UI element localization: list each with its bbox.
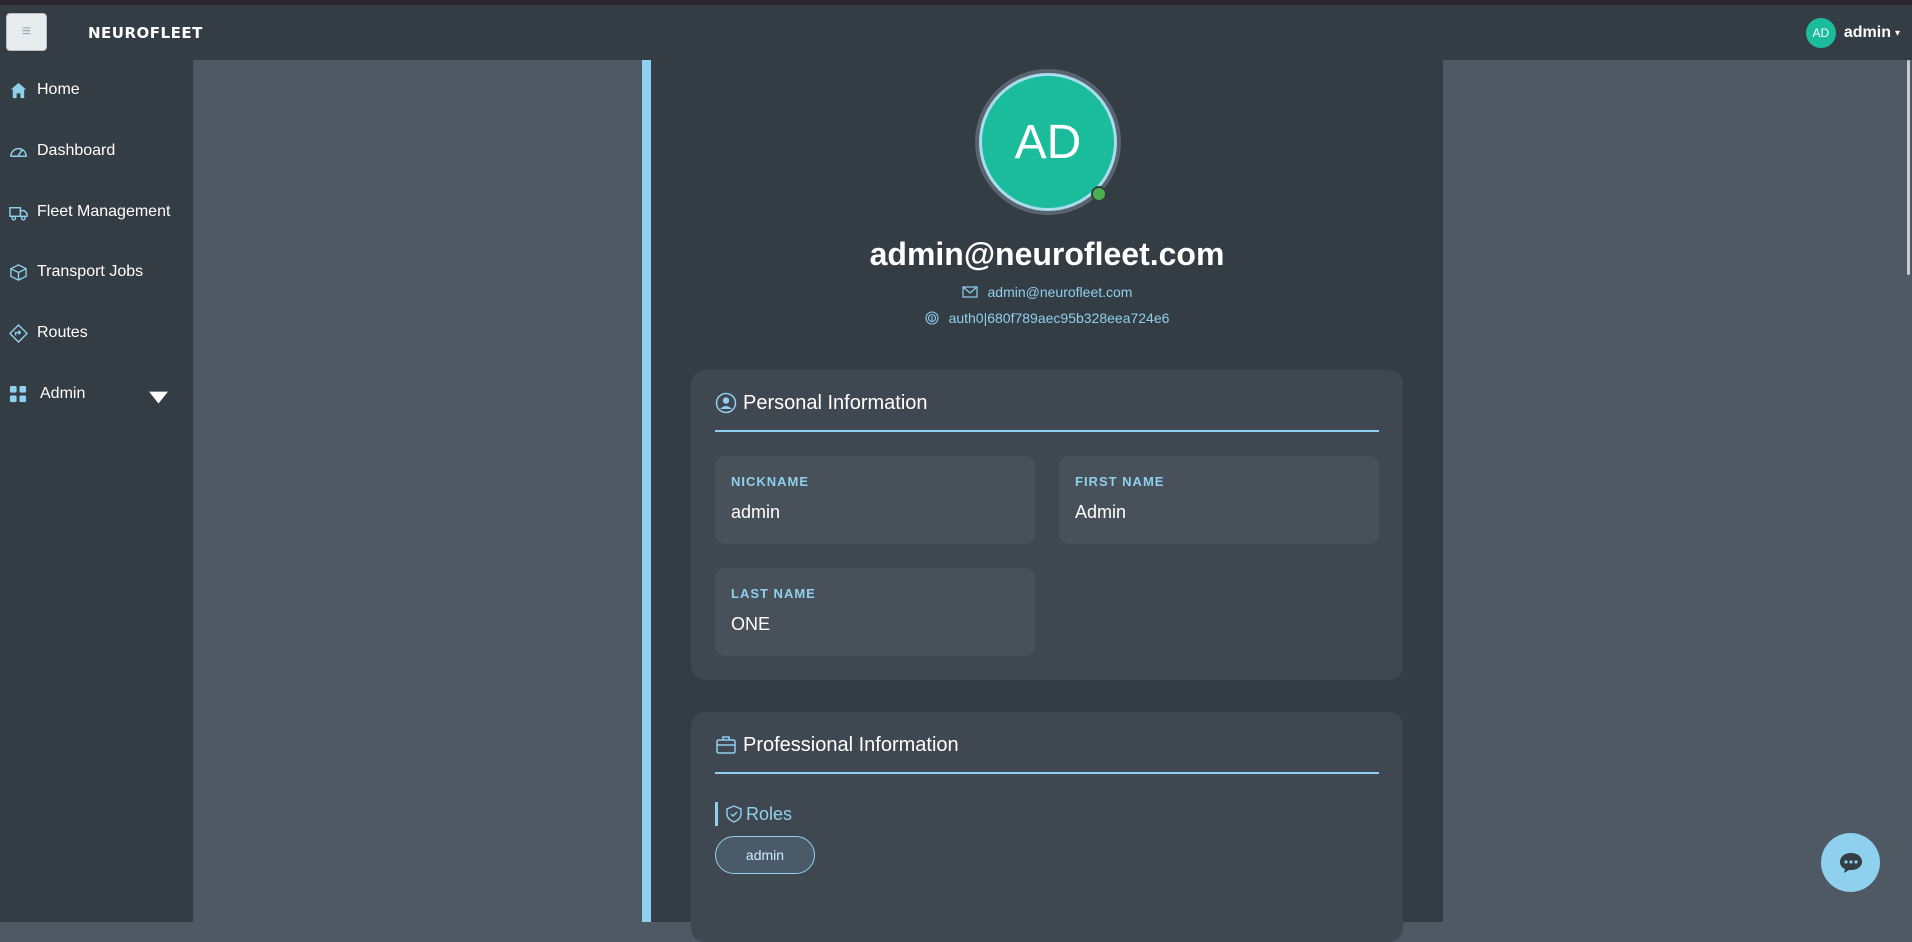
sidebar-item-label: Admin xyxy=(40,385,86,402)
truck-icon xyxy=(9,206,28,221)
fingerprint-icon xyxy=(925,311,939,325)
scrollbar[interactable] xyxy=(1907,60,1910,275)
card-header: Professional Information xyxy=(715,734,1379,774)
roles-label: Roles xyxy=(746,803,793,824)
field-label: NICKNAME xyxy=(731,474,810,489)
last-name-field: LAST NAME ONE xyxy=(715,568,1035,656)
user-menu[interactable]: AD admin ▾ xyxy=(1805,18,1900,48)
avatar: AD xyxy=(1805,18,1836,48)
panel-accent-bar xyxy=(642,60,651,922)
sidebar-toggle-button[interactable]: ≡ xyxy=(6,13,47,51)
speedometer-icon xyxy=(10,147,27,157)
grid-icon xyxy=(9,385,27,402)
field-value: ONE xyxy=(731,614,771,634)
field-value: admin xyxy=(731,502,781,522)
envelope-icon xyxy=(961,286,978,298)
sidebar-item-label: Home xyxy=(37,81,80,98)
sidebar-item-transport-jobs[interactable]: Transport Jobs xyxy=(0,252,193,292)
user-name: admin xyxy=(1843,24,1891,41)
profile-user-id: auth0|680f789aec95b328eea724e6 xyxy=(948,310,1170,326)
profile-title: admin@neurofleet.com xyxy=(869,236,1225,272)
briefcase-icon xyxy=(716,736,736,754)
sidebar-item-admin[interactable]: Admin xyxy=(0,374,193,414)
roles-heading: Roles xyxy=(715,802,792,826)
card-title: Personal Information xyxy=(743,392,928,414)
sidebar: Home Dashboard Fleet Management Transpor… xyxy=(0,60,193,922)
professional-information-card: Professional Information Roles admin xyxy=(691,712,1403,942)
field-value: Admin xyxy=(1075,502,1127,522)
caret-down-icon: ▾ xyxy=(1894,27,1900,39)
caret-down-icon xyxy=(149,391,168,404)
profile-email: admin@neurofleet.com xyxy=(987,284,1133,300)
chat-button[interactable] xyxy=(1821,833,1880,892)
signpost-icon xyxy=(9,323,28,343)
home-icon xyxy=(10,82,27,98)
profile-id-line: auth0|680f789aec95b328eea724e6 xyxy=(651,310,1443,326)
personal-information-card: Personal Information NICKNAME admin FIRS… xyxy=(691,370,1403,680)
sidebar-item-routes[interactable]: Routes xyxy=(0,313,193,353)
online-status-indicator xyxy=(1091,186,1107,202)
sidebar-item-dashboard[interactable]: Dashboard xyxy=(0,131,193,171)
card-title: Professional Information xyxy=(743,734,959,756)
first-name-field: FIRST NAME Admin xyxy=(1059,456,1379,544)
box-icon xyxy=(10,263,27,281)
role-badge: admin xyxy=(715,836,815,874)
chat-bubble-icon xyxy=(1839,852,1862,873)
sidebar-item-label: Routes xyxy=(37,324,88,341)
field-label: FIRST NAME xyxy=(1075,474,1165,489)
sidebar-item-label: Fleet Management xyxy=(37,203,171,220)
sidebar-item-fleet-management[interactable]: Fleet Management xyxy=(0,192,193,232)
field-label: LAST NAME xyxy=(731,586,816,601)
hamburger-icon: ≡ xyxy=(21,23,32,40)
profile-email-line: admin@neurofleet.com xyxy=(651,284,1443,300)
sidebar-item-label: Dashboard xyxy=(37,142,116,159)
nickname-field: NICKNAME admin xyxy=(715,456,1035,544)
sidebar-item-home[interactable]: Home xyxy=(0,70,193,110)
brand-logo[interactable]: NEUROFLEET xyxy=(88,24,203,42)
user-circle-icon xyxy=(715,392,737,414)
card-header: Personal Information xyxy=(715,392,1379,432)
sidebar-item-label: Transport Jobs xyxy=(37,263,144,280)
shield-check-icon xyxy=(726,805,742,823)
top-navbar: ≡ NEUROFLEET AD admin ▾ xyxy=(0,5,1912,60)
